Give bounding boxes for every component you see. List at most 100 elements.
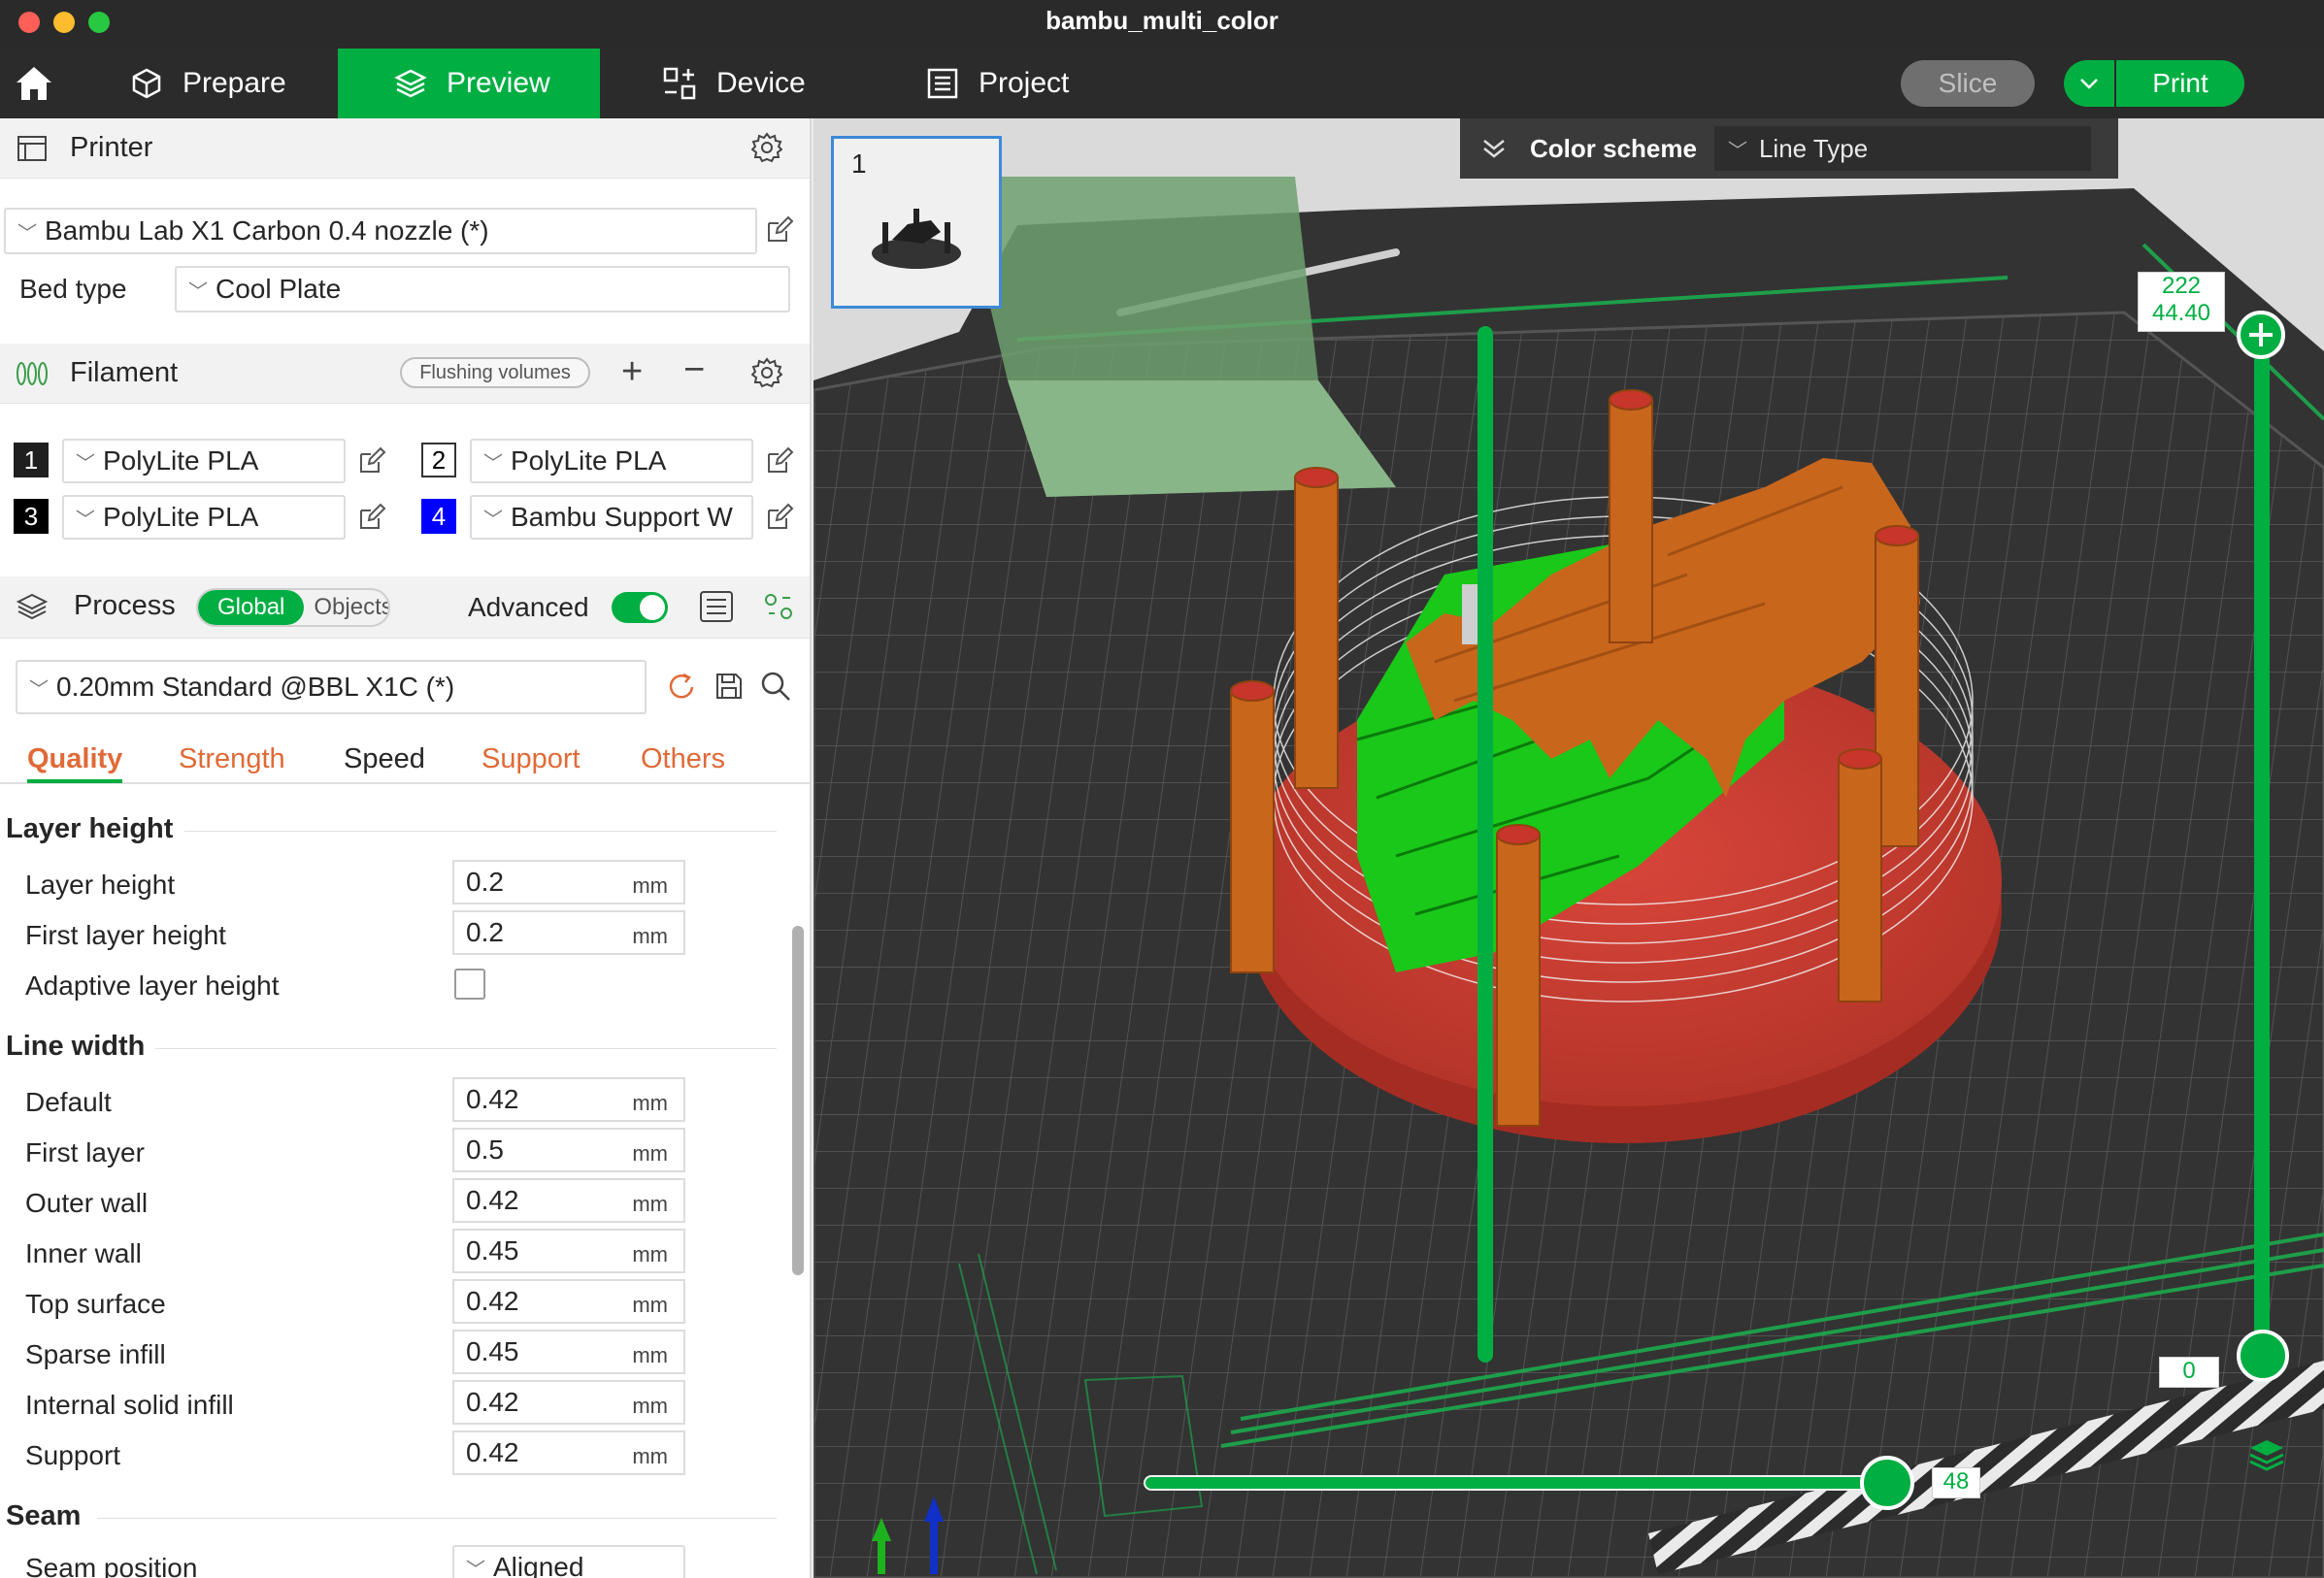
line-width-support-input[interactable]: 0.42 mm — [452, 1430, 685, 1475]
filament-section-header: Filament Flushing volumes + − — [0, 344, 810, 404]
print-dropdown[interactable] — [2064, 60, 2116, 107]
printer-preset-select[interactable]: ﹀ Bambu Lab X1 Carbon 0.4 nozzle (*) — [4, 208, 757, 254]
unit-label: mm — [632, 1444, 668, 1468]
global-scope-option[interactable]: Global — [198, 590, 305, 625]
tab-project[interactable]: Project — [926, 49, 1120, 118]
first-layer-height-label: First layer height — [25, 920, 226, 950]
sidebar-scrollbar[interactable] — [792, 926, 804, 1275]
tab-project-label: Project — [979, 67, 1070, 99]
line-width-inner-wall-label: Inner wall — [25, 1238, 142, 1268]
line-width-default-label: Default — [25, 1087, 112, 1117]
layer-height-input[interactable]: 0.2 mm — [452, 860, 685, 904]
color-scheme-select[interactable]: ﹀ Line Type — [1713, 126, 2091, 171]
filament-slot-4-number[interactable]: 4 — [421, 499, 456, 534]
window-title: bambu_multi_color — [1046, 6, 1278, 35]
project-list-icon — [927, 68, 958, 99]
bed-type-select[interactable]: ﹀ Cool Plate — [175, 266, 790, 312]
line-width-first-layer-input[interactable]: 0.5 mm — [452, 1128, 685, 1172]
chevron-down-icon: ﹀ — [29, 678, 49, 701]
edit-filament-4-icon[interactable] — [765, 503, 794, 532]
printer-settings-gear-icon[interactable] — [751, 132, 782, 163]
tab-others[interactable]: Others — [641, 743, 725, 775]
color-scheme-label: Color scheme — [1530, 133, 1697, 163]
filament-slot-3-number[interactable]: 3 — [14, 499, 49, 534]
edit-filament-2-icon[interactable] — [765, 446, 794, 476]
printer-section-header: Printer — [0, 118, 810, 179]
tab-device-label: Device — [716, 67, 806, 99]
reset-preset-icon[interactable] — [666, 672, 697, 703]
unit-label: mm — [632, 1091, 668, 1115]
tab-prepare[interactable]: Prepare — [130, 49, 334, 118]
line-width-internal-solid-infill-label: Internal solid infill — [25, 1390, 234, 1420]
flushing-volumes-button[interactable]: Flushing volumes — [400, 357, 590, 388]
filament-slot-2-number[interactable]: 2 — [421, 443, 456, 477]
first-layer-height-input[interactable]: 0.2 mm — [452, 910, 685, 955]
device-icon — [663, 67, 696, 100]
line-width-default-input[interactable]: 0.42 mm — [452, 1077, 685, 1122]
layers-icon — [394, 69, 427, 98]
save-preset-icon[interactable] — [714, 672, 744, 701]
compare-presets-icon[interactable] — [763, 592, 794, 621]
filament-slot-1-name: PolyLite PLA — [103, 445, 259, 476]
chevron-down-icon: ﹀ — [17, 222, 37, 245]
tab-quality[interactable]: Quality — [27, 743, 123, 783]
unit-label: mm — [632, 1394, 668, 1418]
color-scheme-bar: Color scheme ﹀ Line Type — [1460, 118, 2118, 179]
chevron-down-icon: ﹀ — [1727, 140, 1747, 162]
collapse-chevron-icon[interactable] — [1481, 138, 1507, 159]
layer-height-label: Layer height — [25, 870, 176, 900]
layer-bottom-handle[interactable] — [2237, 1330, 2289, 1382]
seam-position-select[interactable]: ﹀ Aligned — [452, 1545, 685, 1578]
gcode-move-track-border — [1144, 1475, 1881, 1491]
layer-range-track[interactable] — [2254, 334, 2270, 1357]
tab-preview-label: Preview — [447, 67, 550, 99]
process-section-title: Process — [74, 590, 176, 621]
process-preset-select[interactable]: ﹀ 0.20mm Standard @BBL X1C (*) — [16, 660, 647, 714]
filament-slot-1-number[interactable]: 1 — [14, 443, 49, 477]
edit-filament-3-icon[interactable] — [357, 503, 386, 532]
edit-printer-icon[interactable] — [765, 215, 794, 245]
tab-strength[interactable]: Strength — [179, 743, 285, 775]
home-button[interactable] — [0, 49, 68, 118]
filament-slot-4-select[interactable]: ﹀ Bambu Support W — [470, 495, 753, 540]
line-width-inner-wall-input[interactable]: 0.45 mm — [452, 1229, 685, 1273]
search-icon[interactable] — [759, 670, 792, 703]
line-width-sparse-infill-input[interactable]: 0.45 mm — [452, 1330, 685, 1374]
edit-filament-1-icon[interactable] — [357, 446, 386, 476]
advanced-toggle[interactable] — [612, 592, 668, 623]
adaptive-layer-height-checkbox[interactable] — [454, 969, 485, 1000]
layer-height-value: 0.2 — [466, 867, 504, 897]
add-filament-button[interactable]: + — [621, 353, 643, 390]
gcode-move-handle[interactable] — [1860, 1456, 1914, 1510]
line-width-outer-wall-label: Outer wall — [25, 1188, 149, 1218]
filament-settings-gear-icon[interactable] — [751, 357, 782, 388]
tab-support[interactable]: Support — [481, 743, 581, 775]
line-width-top-surface-input[interactable]: 0.42 mm — [452, 1279, 685, 1324]
group-layer-height-title: Layer height — [6, 813, 174, 844]
filament-spool-icon — [17, 362, 48, 385]
tab-device[interactable]: Device — [662, 49, 856, 118]
plate-thumbnail[interactable]: 1 — [831, 136, 1002, 309]
parameter-list-icon[interactable] — [699, 590, 734, 623]
line-width-internal-solid-infill-input[interactable]: 0.42 mm — [452, 1380, 685, 1425]
layers-stack-icon[interactable] — [2246, 1436, 2287, 1473]
title-bar: bambu_multi_color — [0, 0, 2324, 49]
tab-speed[interactable]: Speed — [344, 743, 425, 775]
group-divider — [97, 1518, 777, 1519]
chevron-down-icon — [2080, 79, 2098, 89]
layer-top-handle[interactable] — [2237, 311, 2285, 359]
line-width-outer-wall-input[interactable]: 0.42 mm — [452, 1178, 685, 1223]
remove-filament-button[interactable]: − — [683, 351, 705, 388]
cube-icon — [132, 68, 161, 99]
3d-preview-viewport[interactable]: 1 Color scheme ﹀ Line Type 222 44.40 0 4… — [813, 118, 2324, 1578]
filament-slot-1-select[interactable]: ﹀ PolyLite PLA — [62, 439, 346, 483]
line-width-support-label: Support — [25, 1440, 121, 1470]
objects-scope-option[interactable]: Objects — [304, 590, 388, 625]
plate-model-preview — [872, 209, 961, 269]
print-button[interactable]: Print — [2064, 60, 2244, 107]
slice-button[interactable]: Slice — [1901, 60, 2035, 107]
tab-preview[interactable]: Preview — [338, 49, 600, 118]
process-section-header: Process Global Objects Advanced — [0, 576, 810, 639]
filament-slot-3-select[interactable]: ﹀ PolyLite PLA — [62, 495, 346, 540]
filament-slot-2-select[interactable]: ﹀ PolyLite PLA — [470, 439, 753, 483]
